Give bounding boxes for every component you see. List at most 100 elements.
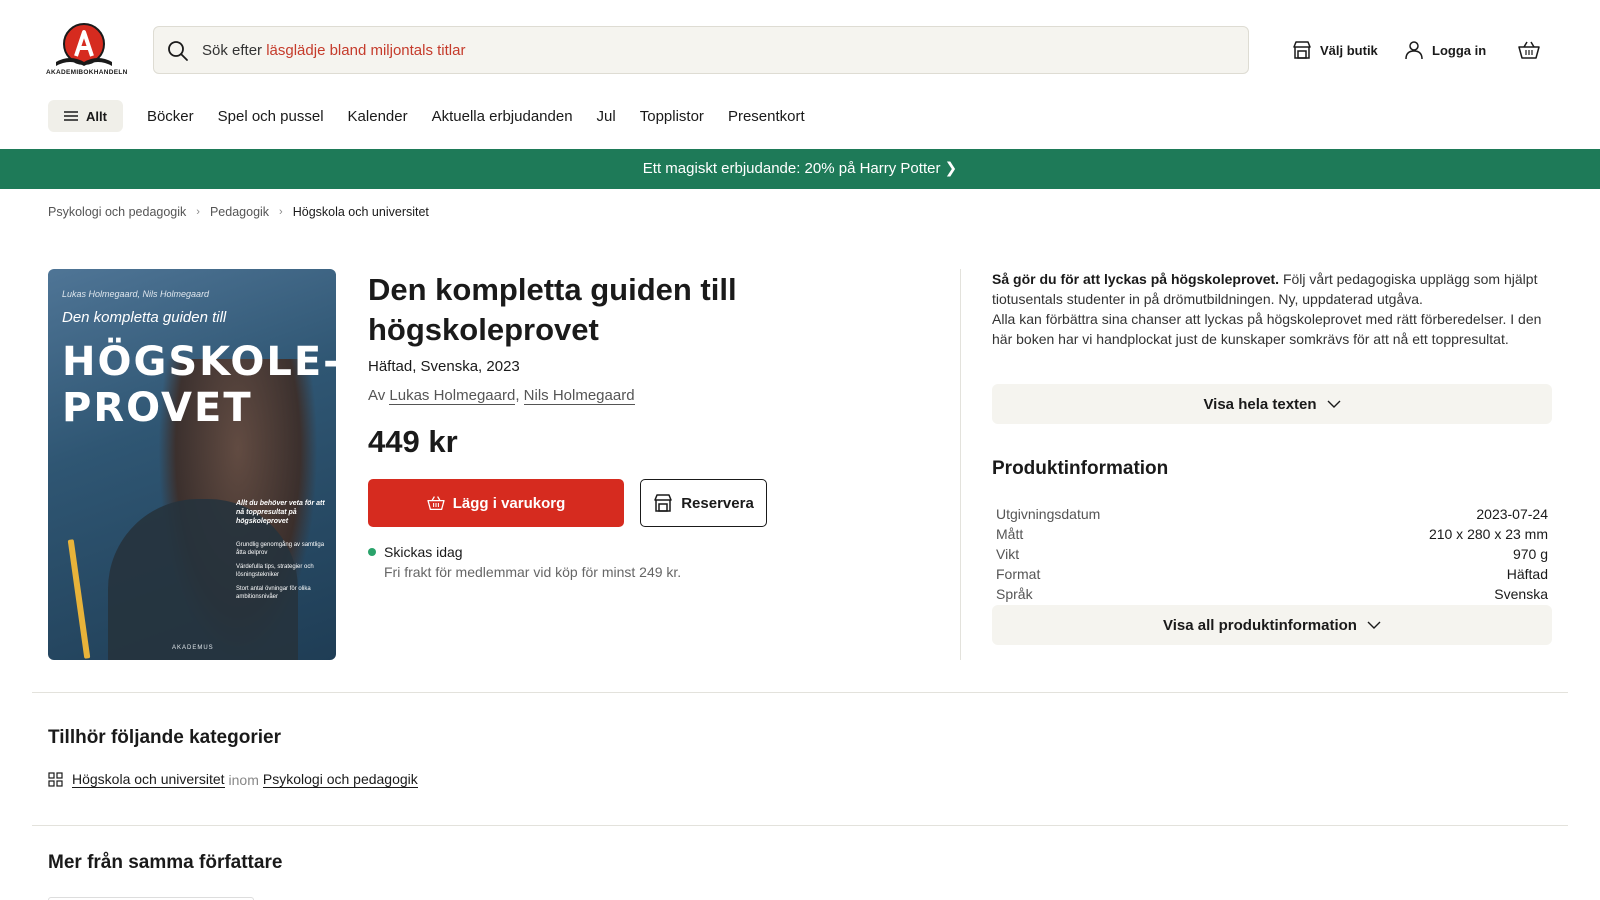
breadcrumb: Psykologi och pedagogik › Pedagogik › Hö… (48, 205, 429, 219)
author-link[interactable]: Lukas Holmegaard (389, 387, 516, 405)
product-info-key: Format (996, 566, 1041, 582)
cover-title-line: PROVET (62, 385, 253, 431)
show-all-product-info-label: Visa all produktinformation (1163, 616, 1357, 634)
nav-item-offers[interactable]: Aktuella erbjudanden (432, 108, 573, 125)
main-nav: Allt Böcker Spel och pussel Kalender Akt… (48, 100, 829, 132)
product-meta: Häftad, Svenska, 2023 (368, 358, 520, 375)
logo-mark-icon (56, 23, 112, 66)
product-info-title: Produktinformation (992, 458, 1169, 479)
cover-publisher: AKADEMUS (172, 645, 214, 651)
product-description: Så gör du för att lyckas på högskoleprov… (992, 269, 1552, 349)
cover-bullet: Grundlig genomgång av samtliga åtta delp… (236, 542, 325, 556)
product-title: Den kompletta guiden till högskoleprovet (368, 272, 737, 347)
login-button[interactable]: Logga in (1404, 38, 1486, 62)
search-placeholder: Sök efter läsglädje bland miljontals tit… (202, 42, 465, 59)
product-info-row: Format Häftad (996, 564, 1548, 584)
product-info-value: 2023-07-24 (1476, 506, 1548, 522)
parent-category-link[interactable]: Psykologi och pedagogik (262, 771, 418, 788)
cover-title: HÖGSKOLE- PROVET (62, 339, 336, 431)
free-freight-note: Fri frakt för medlemmar vid köp för mins… (384, 564, 682, 580)
breadcrumb-link[interactable]: Psykologi och pedagogik (48, 205, 186, 219)
akademibokhandeln-logo[interactable]: AKADEMIBOKHANDELN (46, 20, 128, 80)
search-icon (168, 41, 188, 61)
show-all-product-info-button[interactable]: Visa all produktinformation (992, 605, 1552, 645)
category-inom-label: inom (228, 771, 259, 788)
nav-item-calendar[interactable]: Kalender (348, 108, 408, 125)
by-label: Av (368, 387, 386, 404)
add-to-cart-button[interactable]: Lägg i varukorg (368, 479, 624, 527)
all-categories-label: Allt (86, 108, 107, 124)
product-authors: Av Lukas Holmegaard, Nils Holmegaard (368, 387, 635, 405)
section-divider (32, 692, 1568, 693)
description-lead: Så gör du för att lyckas på högskoleprov… (992, 271, 1280, 287)
show-full-text-label: Visa hela texten (1203, 395, 1317, 413)
nav-item-christmas[interactable]: Jul (597, 108, 616, 125)
product-info-key: Utgivningsdatum (996, 506, 1101, 522)
product-info-table: Utgivningsdatum 2023-07-24 Mått 210 x 28… (996, 504, 1548, 604)
show-full-text-button[interactable]: Visa hela texten (992, 384, 1552, 424)
description-text: Alla kan förbättra sina chanser att lyck… (992, 311, 1542, 347)
product-info-value: Svenska (1494, 586, 1548, 602)
store-icon (654, 494, 672, 512)
more-from-author-title: Mer från samma författare (48, 852, 283, 873)
store-icon (1293, 41, 1311, 59)
product-info-value: 970 g (1512, 546, 1548, 562)
user-icon (1405, 41, 1423, 60)
promo-banner[interactable]: Ett magiskt erbjudande: 20% på Harry Pot… (0, 149, 1600, 189)
book-cover-image[interactable]: Lukas Holmegaard, Nils Holmegaard Den ko… (48, 269, 336, 660)
nav-item-toplists[interactable]: Topplistor (640, 108, 704, 125)
all-categories-button[interactable]: Allt (48, 100, 123, 132)
chevron-down-icon (1327, 400, 1341, 408)
section-divider (32, 825, 1568, 826)
category-path: Högskola och universitet inom Psykologi … (48, 771, 418, 788)
grid-icon (48, 772, 63, 787)
product-info-value: Häftad (1506, 566, 1548, 582)
cover-title-line: HÖGSKOLE- (62, 339, 336, 385)
basket-icon (427, 496, 445, 511)
product-price: 449 kr (368, 424, 458, 459)
author-link[interactable]: Nils Holmegaard (523, 387, 635, 405)
product-info-key: Språk (996, 586, 1033, 602)
product-info-row: Mått 210 x 280 x 23 mm (996, 524, 1548, 544)
reserve-button[interactable]: Reservera (640, 479, 767, 527)
cart-button[interactable] (1518, 38, 1548, 62)
breadcrumb-current: Högskola och universitet (292, 205, 429, 219)
category-link[interactable]: Högskola och universitet (72, 771, 225, 788)
product-info-row: Utgivningsdatum 2023-07-24 (996, 504, 1548, 524)
product-info-row: Vikt 970 g (996, 544, 1548, 564)
author-separator: , (515, 387, 520, 404)
cover-bullet: Värdefulla tips, strategier och lösnings… (236, 564, 314, 578)
search-placeholder-prefix: Sök efter (202, 42, 267, 59)
search-bar[interactable]: Sök efter läsglädje bland miljontals tit… (153, 26, 1249, 74)
site-header: AKADEMIBOKHANDELN Sök efter läsglädje bl… (0, 0, 1600, 146)
cover-authors: Lukas Holmegaard, Nils Holmegaard (62, 289, 210, 299)
basket-icon (1518, 41, 1540, 59)
breadcrumb-chevron-icon: › (196, 206, 200, 218)
nav-item-games-puzzles[interactable]: Spel och pussel (218, 108, 324, 125)
shipping-label: Skickas idag (384, 544, 463, 560)
nav-item-books[interactable]: Böcker (147, 108, 194, 125)
reserve-label: Reservera (681, 494, 754, 512)
breadcrumb-chevron-icon: › (279, 206, 283, 218)
menu-icon (64, 111, 78, 121)
categories-title: Tillhör följande kategorier (48, 727, 281, 748)
product-info-value: 210 x 280 x 23 mm (1428, 526, 1548, 542)
shipping-status: Skickas idag (368, 544, 463, 560)
cover-subtitle: Den kompletta guiden till (62, 309, 227, 326)
add-to-cart-label: Lägg i varukorg (452, 494, 566, 512)
login-label: Logga in (1432, 42, 1487, 58)
breadcrumb-link[interactable]: Pedagogik (210, 205, 269, 219)
cover-bullets: Grundlig genomgång av samtliga åtta delp… (236, 541, 328, 607)
cover-blurb: Allt du behöver veta för att nå toppresu… (236, 500, 325, 525)
cover-bullet: Stort antal övningar för olika ambitions… (236, 586, 311, 600)
cover-pencil (67, 539, 91, 659)
product-info-key: Mått (996, 526, 1024, 542)
product-info-row: Språk Svenska (996, 584, 1548, 604)
choose-store-button[interactable]: Välj butik (1292, 38, 1378, 62)
column-divider (960, 269, 961, 660)
search-placeholder-highlight: läsglädje bland miljontals titlar (266, 42, 466, 59)
product-info-key: Vikt (996, 546, 1020, 562)
chevron-down-icon (1367, 621, 1381, 629)
nav-item-gift-cards[interactable]: Presentkort (728, 108, 805, 125)
logo-text: AKADEMIBOKHANDELN (46, 69, 128, 76)
